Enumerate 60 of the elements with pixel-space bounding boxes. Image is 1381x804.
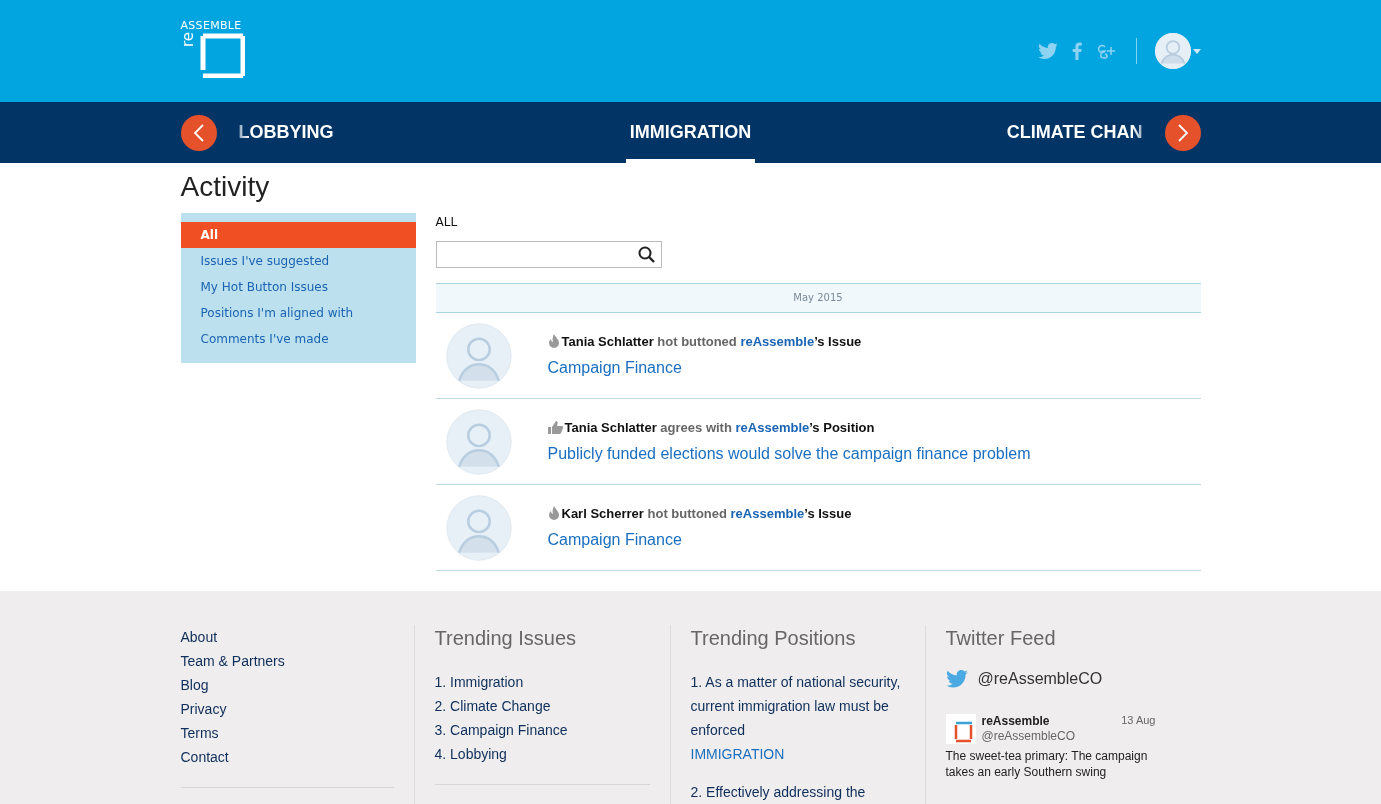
user-avatar xyxy=(445,322,512,389)
item-title-link[interactable]: Campaign Finance xyxy=(547,359,862,377)
activity-text: Tania Schlatter hot buttoned reAssemble’s Issue xyxy=(561,334,862,349)
feed-heading: ALL xyxy=(435,215,459,229)
tweet-date: 13 Aug xyxy=(1121,714,1156,729)
chevron-left-icon xyxy=(192,122,205,143)
topic-tab[interactable]: LOBBYING xyxy=(216,102,533,163)
item-title-link[interactable]: Campaign Finance xyxy=(547,531,852,549)
tweet-handle[interactable]: @reAssembleCO xyxy=(981,729,1156,745)
trending-position-text[interactable]: 1. As a matter of national security, current immigration law must be enforced xyxy=(690,670,905,742)
page-title: Activity xyxy=(180,171,271,203)
footer-link[interactable]: Privacy xyxy=(180,697,394,721)
column-title: Twitter Feed xyxy=(945,627,1057,650)
trending-issue-link[interactable]: 3. Campaign Finance xyxy=(434,718,650,742)
tweet-author[interactable]: reAssemble xyxy=(981,714,1118,730)
activity-text: Karl Scherrer hot buttoned reAssemble’s Issue xyxy=(561,506,852,521)
trending-position-text[interactable]: 2. Effectively addressing the xyxy=(690,780,905,804)
footer-link[interactable]: Team & Partners xyxy=(180,649,394,673)
flame-icon xyxy=(547,506,560,521)
twitter-icon[interactable] xyxy=(945,670,968,689)
google-plus-icon[interactable] xyxy=(1095,42,1118,60)
footer-link[interactable]: About xyxy=(180,625,394,649)
topic-tab[interactable]: CLIMATE CHAN xyxy=(848,102,1165,163)
trending-issue-link[interactable]: 2. Climate Change xyxy=(434,694,650,718)
flame-icon xyxy=(547,334,560,349)
filter-item[interactable]: Comments I've made xyxy=(180,326,416,352)
user-avatar xyxy=(445,494,512,561)
tweet-text: The sweet-tea primary: The campaign takes an early Southern swing xyxy=(945,748,1149,781)
activity-text: Tania Schlatter agrees with reAssemble’s Position xyxy=(564,420,875,435)
footer-link[interactable]: Contact xyxy=(180,745,394,769)
footer-link[interactable]: Terms xyxy=(180,721,394,745)
owner-link[interactable]: reAssemble xyxy=(735,420,810,435)
footer-link[interactable]: Blog xyxy=(180,673,394,697)
trending-issue-link[interactable]: 1. Immigration xyxy=(434,670,650,694)
owner-link[interactable]: reAssemble xyxy=(740,334,815,349)
user-avatar xyxy=(445,408,512,475)
caret-icon[interactable] xyxy=(1192,48,1201,54)
next-topic-button[interactable] xyxy=(1164,114,1201,151)
facebook-icon[interactable] xyxy=(1071,42,1082,60)
filter-item[interactable]: All xyxy=(180,222,416,248)
column-title: Trending Issues xyxy=(434,627,578,650)
trending-issue-link[interactable]: 4. Lobbying xyxy=(434,742,650,766)
filter-item[interactable]: My Hot Button Issues xyxy=(180,274,416,300)
twitter-icon[interactable] xyxy=(1037,42,1058,60)
twitter-handle[interactable]: @reAssembleCO xyxy=(977,670,1103,688)
item-title-link[interactable]: Publicly funded elections would solve the campaign finance problem xyxy=(547,445,1031,463)
user-menu-avatar[interactable] xyxy=(1154,33,1191,69)
chevron-right-icon xyxy=(1176,122,1189,143)
topic-tab[interactable]: IMMIGRATION xyxy=(532,102,849,163)
thumbs-up-icon xyxy=(547,421,563,434)
filter-item[interactable]: Issues I've suggested xyxy=(180,248,416,274)
search-field[interactable] xyxy=(435,241,662,268)
column-title: Trending Positions xyxy=(690,627,857,650)
avatar-icon xyxy=(1154,33,1191,69)
previous-topic-button[interactable] xyxy=(180,114,217,151)
account-logo-icon xyxy=(945,714,976,745)
owner-link[interactable]: reAssemble xyxy=(730,506,805,521)
filter-item[interactable]: Positions I'm aligned with xyxy=(180,300,416,326)
search-icon[interactable] xyxy=(637,246,655,263)
position-tag-link[interactable]: IMMIGRATION xyxy=(690,742,905,766)
